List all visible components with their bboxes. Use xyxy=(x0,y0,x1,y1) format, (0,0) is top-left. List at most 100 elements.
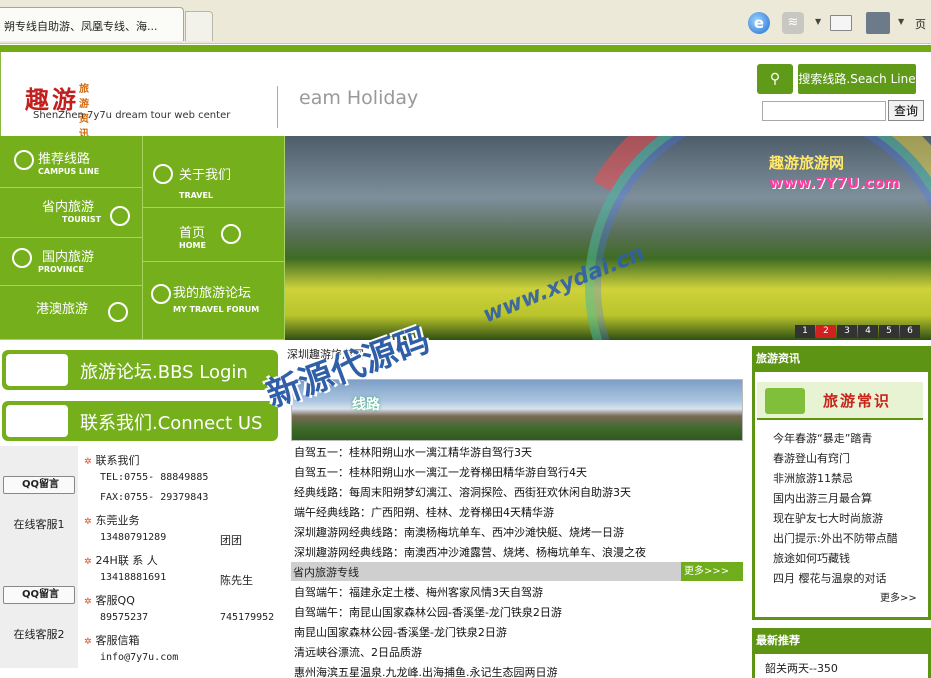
tour-link[interactable]: 南昆山国家森林公园-香溪堡-龙门铁泉2日游 xyxy=(294,624,507,640)
book-icon xyxy=(765,388,805,414)
folder-icon: ▤ xyxy=(6,405,68,437)
users-icon: ☺☺ xyxy=(6,354,68,386)
person-icon xyxy=(14,150,34,170)
print-icon[interactable] xyxy=(866,12,890,34)
contact-bar[interactable]: ▤ 联系我们.Connect US xyxy=(2,401,278,441)
rainbow-decoration xyxy=(517,136,931,340)
search-input[interactable] xyxy=(762,101,886,121)
top-green-bar xyxy=(0,45,931,52)
tour-link[interactable]: 深圳趣游网经典线路：南澳西冲沙滩露营、烧烤、杨梅坑单车、浪漫之夜 xyxy=(294,544,646,560)
h24-label: 24H联 系 人 xyxy=(95,554,158,567)
nav-about-us[interactable]: 关于我们 TRAVEL xyxy=(143,136,285,208)
tour-link[interactable]: 经典线路：每周末阳朔梦幻漓江、溶洞探险、西街狂欢休闲自助游3天 xyxy=(294,484,631,500)
tip-link[interactable]: 现在驴友七大时尚旅游 xyxy=(773,510,883,526)
contact-label: 联系我们 xyxy=(95,454,140,467)
bullet-icon: ✲ xyxy=(84,597,92,607)
new-tab-button[interactable] xyxy=(185,11,213,41)
qq-message-button-1[interactable]: QQ留言 xyxy=(3,476,75,494)
province-section-bar: 省内旅游专线 更多>>> xyxy=(291,562,743,581)
bbs-login-bar[interactable]: ☺☺ 旅游论坛.BBS Login xyxy=(2,350,278,390)
hero-banner[interactable]: 趣游旅游网 www.7Y7U.com 123456 xyxy=(285,136,931,340)
tip-link[interactable]: 国内出游三月最合算 xyxy=(773,490,872,506)
nav-en-label: MY TRAVEL FORUM xyxy=(173,305,260,314)
person-icon xyxy=(151,284,171,304)
person-icon xyxy=(110,206,130,226)
nav-province-tour[interactable]: 省内旅游 TOURIST xyxy=(0,188,143,238)
logo-subtitle: ShenZhen 7y7u dream tour web center xyxy=(33,110,231,121)
nav-home[interactable]: 首页 HOME xyxy=(143,208,285,262)
dongguan-phone: 13480791289 xyxy=(100,532,167,543)
bullet-icon: ✲ xyxy=(84,457,92,467)
browser-toolbar: 朔专线自助游、凤凰专线、海... e ≋ ▼ ▼ 页 xyxy=(0,0,931,44)
email-heading: ✲ 客服信箱 xyxy=(84,632,140,648)
section-more-link[interactable]: 更多>>> xyxy=(681,562,743,581)
browser-tab[interactable]: 朔专线自助游、凤凰专线、海... xyxy=(0,7,184,41)
line-banner-label: 线路 xyxy=(352,397,380,413)
header-slogan: eam Holiday xyxy=(299,87,419,109)
tour-link[interactable]: 自驾端午：福建永定土楼、梅州客家风情3天自驾游 xyxy=(294,584,543,600)
pager-dot-5[interactable]: 5 xyxy=(879,325,899,338)
contact-panel: QQ留言 在线客服1 QQ留言 在线客服2 ✲ 联系我们 TEL:0755- 88… xyxy=(0,446,278,668)
search-button[interactable]: 查询 xyxy=(888,100,924,121)
email-label: 客服信箱 xyxy=(95,634,140,647)
pager-dot-6[interactable]: 6 xyxy=(900,325,920,338)
pager-dot-1[interactable]: 1 xyxy=(795,325,815,338)
nav-en-label: CAMPUS LINE xyxy=(38,167,100,176)
nav-domestic-tour[interactable]: 国内旅游 PROVINCE xyxy=(0,238,143,286)
tip-link[interactable]: 四月 樱花与温泉的对话 xyxy=(773,570,887,586)
travel-tips-title: 旅游常识 xyxy=(823,392,892,410)
tip-link[interactable]: 出门提示:外出不防带点醋 xyxy=(773,530,898,546)
page-menu[interactable]: 页 xyxy=(915,16,926,32)
tel-number: TEL:0755- 88849885 xyxy=(100,472,209,483)
bullet-icon: ✲ xyxy=(84,517,92,527)
main-nav: 推荐线路 CAMPUS LINE 关于我们 TRAVEL 省内旅游 TOURIS… xyxy=(0,136,285,340)
tip-link[interactable]: 旅途如何巧藏钱 xyxy=(773,550,850,566)
nav-hk-macau[interactable]: 港澳旅游 xyxy=(0,286,143,340)
header-divider xyxy=(277,86,278,128)
tour-link[interactable]: 自驾端午：南昆山国家森林公园-香溪堡-龙门铁泉2日游 xyxy=(294,604,562,620)
recommend-header: 最新推荐 xyxy=(752,628,931,654)
section-title: 省内旅游专线 xyxy=(293,566,359,579)
tour-link[interactable]: 深圳趣游网经典线路：南澳杨梅坑单车、西冲沙滩快艇、烧烤一日游 xyxy=(294,524,624,540)
mail-icon[interactable] xyxy=(830,15,852,31)
tips-more-link[interactable]: 更多>> xyxy=(880,589,917,604)
tour-link[interactable]: 自驾五一：桂林阳朔山水一漓江一龙脊梯田精华游自驾行4天 xyxy=(294,464,587,480)
search-title: 搜索线路.Seach Line xyxy=(798,64,916,94)
recommend-link[interactable]: 韶关两天--350 xyxy=(765,660,838,676)
pager-dot-2[interactable]: 2 xyxy=(816,325,836,338)
nav-recommended-lines[interactable]: 推荐线路 CAMPUS LINE xyxy=(0,136,143,188)
qq-message-button-2[interactable]: QQ留言 xyxy=(3,586,75,604)
person-icon xyxy=(221,224,241,244)
banner-brand: 趣游旅游网 xyxy=(769,154,845,172)
dongguan-label: 东莞业务 xyxy=(95,514,140,527)
rss-dropdown-icon[interactable]: ▼ xyxy=(815,17,821,26)
tour-link[interactable]: 自驾五一：桂林阳朔山水一漓江精华游自驾行3天 xyxy=(294,444,532,460)
tip-link[interactable]: 春游登山有窍门 xyxy=(773,450,850,466)
qq-heading: ✲ 客服QQ xyxy=(84,592,135,608)
pager-dot-4[interactable]: 4 xyxy=(858,325,878,338)
home-icon[interactable]: e xyxy=(748,12,770,34)
site-header: 趣游旅游资讯网 ShenZhen 7y7u dream tour web cen… xyxy=(0,52,931,155)
fax-number: FAX:0755- 29379843 xyxy=(100,492,209,503)
pager-dot-3[interactable]: 3 xyxy=(837,325,857,338)
print-dropdown-icon[interactable]: ▼ xyxy=(898,17,904,26)
nav-travel-forum[interactable]: 我的旅游论坛 MY TRAVEL FORUM xyxy=(143,262,285,340)
qq-label: 客服QQ xyxy=(95,594,135,607)
tip-link[interactable]: 今年春游“暴走”踏青 xyxy=(773,430,872,446)
qq-number-2: 745179952 xyxy=(220,612,275,623)
email-address[interactable]: info@7y7u.com xyxy=(100,652,178,663)
banner-pager: 123456 xyxy=(795,323,921,338)
nav-en-label: PROVINCE xyxy=(38,265,84,274)
tour-link[interactable]: 端午经典线路：广西阳朔、桂林、龙脊梯田4天精华游 xyxy=(294,504,554,520)
rss-icon[interactable]: ≋ xyxy=(782,12,804,34)
travel-news-header: 旅游资讯 xyxy=(752,346,931,372)
tour-link[interactable]: 清远峡谷漂流、2日品质游 xyxy=(294,644,422,660)
person-icon xyxy=(108,302,128,322)
nav-label: 国内旅游 xyxy=(42,250,95,265)
travel-tips-banner: 旅游常识 xyxy=(757,382,923,420)
nav-label: 关于我们 xyxy=(179,168,232,183)
person-icon xyxy=(153,164,173,184)
tip-link[interactable]: 非洲旅游11禁忌 xyxy=(773,470,853,486)
tour-link[interactable]: 惠州海滨五星温泉.九龙峰.出海捕鱼.永记生态园两日游 xyxy=(294,664,558,678)
nav-en-label: TRAVEL xyxy=(179,191,214,200)
